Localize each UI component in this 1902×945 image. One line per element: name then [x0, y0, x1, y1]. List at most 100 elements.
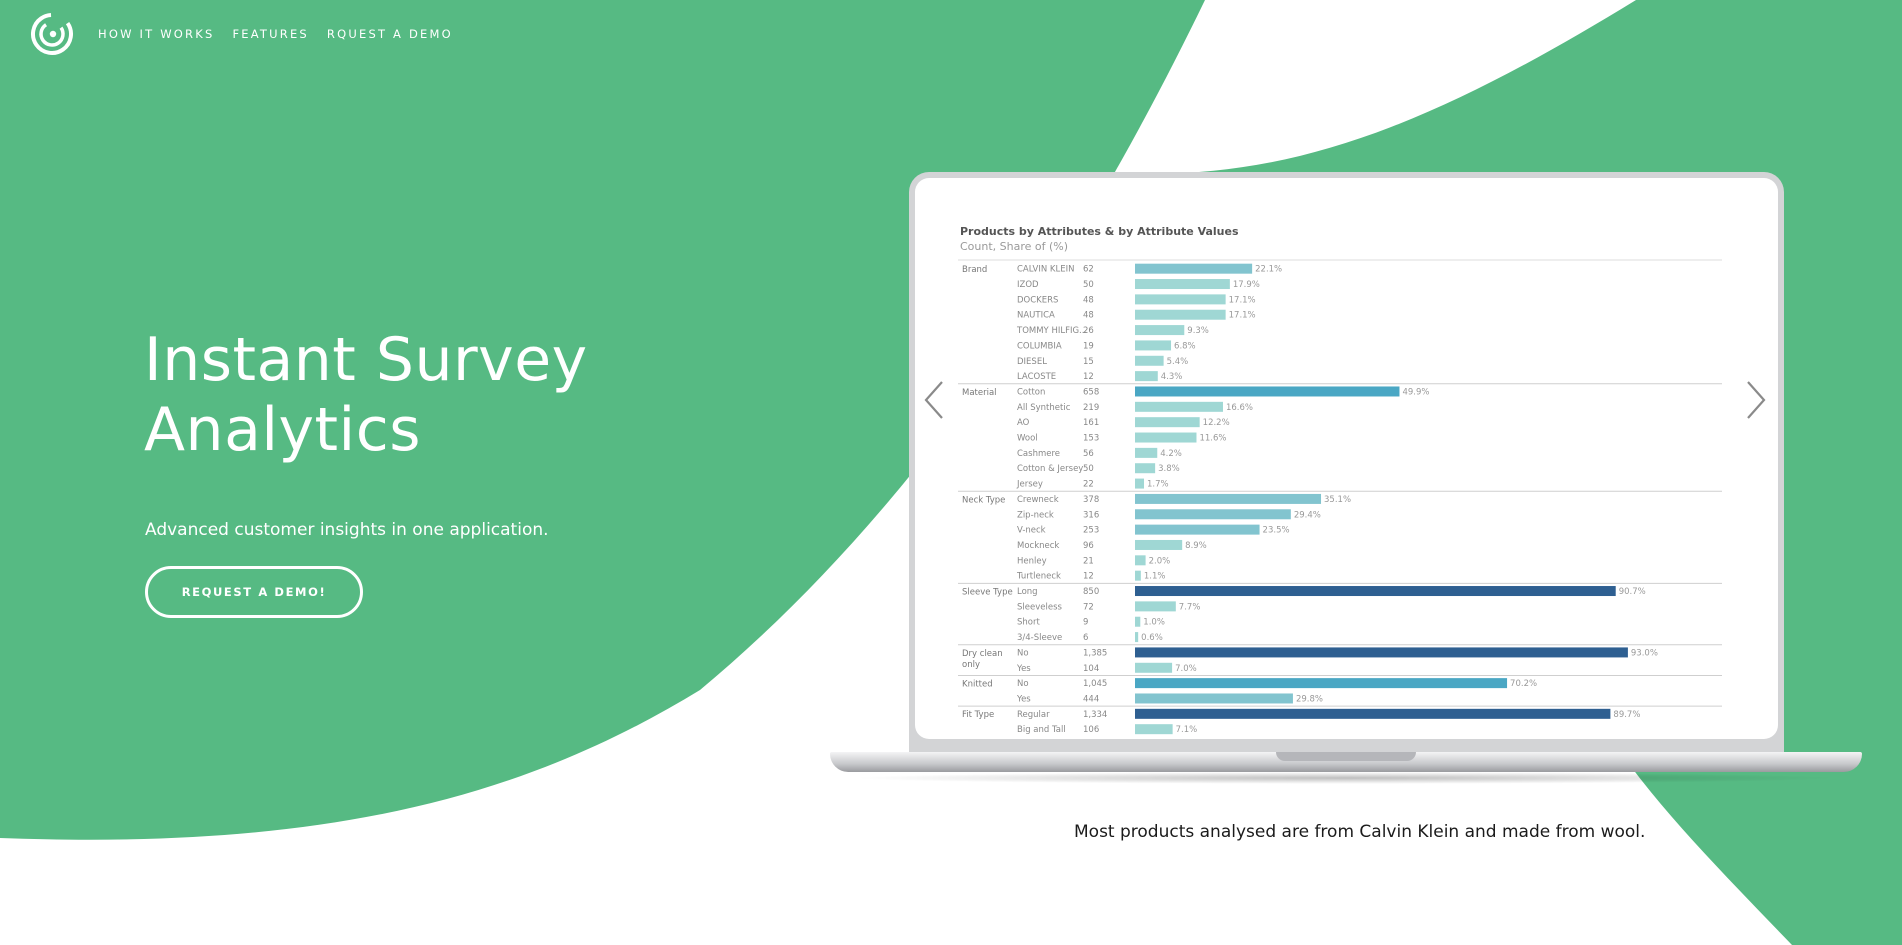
- bar: [1135, 493, 1322, 504]
- group-label: only: [962, 660, 980, 670]
- row-label: No: [1017, 648, 1029, 658]
- brand-logo-icon[interactable]: [30, 12, 74, 56]
- bar-value-label: 4.2%: [1160, 449, 1182, 459]
- row-count: 850: [1083, 587, 1099, 597]
- bar: [1135, 678, 1508, 689]
- group-label: Knitted: [962, 679, 993, 689]
- bar: [1135, 447, 1158, 458]
- row-label: Turtleneck: [1016, 572, 1061, 582]
- nav-link-features[interactable]: FEATURES: [232, 27, 308, 41]
- row-label: IZOD: [1017, 280, 1039, 290]
- bar-value-label: 11.6%: [1199, 434, 1226, 444]
- bar: [1135, 570, 1141, 581]
- nav-link-how-it-works[interactable]: HOW IT WORKS: [98, 27, 214, 41]
- row-label: NAUTICA: [1017, 311, 1055, 321]
- row-count: 56: [1083, 449, 1094, 459]
- row-count: 106: [1083, 725, 1099, 735]
- bar: [1135, 708, 1611, 719]
- row-count: 12: [1083, 572, 1094, 582]
- group-label: Sleeve Type: [962, 587, 1013, 597]
- bar-value-label: 7.0%: [1175, 664, 1197, 674]
- laptop-notch: [1276, 752, 1416, 761]
- bar-value-label: 2.0%: [1149, 556, 1171, 566]
- bar-value-label: 17.1%: [1229, 311, 1256, 321]
- row-count: 21: [1083, 556, 1094, 566]
- attributes-bar-chart: Products by Attributes & by Attribute Va…: [958, 225, 1722, 735]
- hero-title-line-2: Analytics: [144, 395, 421, 465]
- bar: [1135, 371, 1158, 382]
- row-label: Zip-neck: [1017, 510, 1054, 520]
- bar-value-label: 7.7%: [1179, 602, 1201, 612]
- row-count: 9: [1083, 618, 1088, 628]
- row-label: Regular: [1017, 710, 1050, 720]
- bar-value-label: 6.8%: [1174, 341, 1196, 351]
- carousel-caption: Most products analysed are from Calvin K…: [1074, 822, 1646, 842]
- bar: [1135, 539, 1183, 550]
- request-demo-button[interactable]: REQUEST A DEMO!: [145, 566, 363, 618]
- row-label: Crewneck: [1017, 495, 1059, 505]
- chevron-right-icon[interactable]: [1740, 378, 1770, 422]
- row-count: 316: [1083, 510, 1099, 520]
- row-label: Long: [1017, 587, 1038, 597]
- bar: [1135, 662, 1173, 673]
- row-count: 15: [1083, 357, 1094, 367]
- bar-value-label: 70.2%: [1510, 679, 1537, 689]
- row-count: 6: [1083, 633, 1088, 643]
- bar-value-label: 12.2%: [1203, 418, 1230, 428]
- bar: [1135, 724, 1173, 735]
- bar: [1135, 279, 1230, 290]
- row-count: 161: [1083, 418, 1099, 428]
- laptop-shadow: [850, 772, 1842, 784]
- bar: [1135, 355, 1164, 366]
- bar: [1135, 601, 1176, 612]
- bar-value-label: 7.1%: [1176, 725, 1198, 735]
- bar-value-label: 35.1%: [1324, 495, 1351, 505]
- chart-subtitle: Count, Share of (%): [960, 240, 1068, 253]
- row-count: 444: [1083, 694, 1099, 704]
- bar-value-label: 22.1%: [1255, 265, 1282, 275]
- row-label: Cashmere: [1017, 449, 1060, 459]
- bar-value-label: 49.9%: [1402, 387, 1429, 397]
- bar: [1135, 693, 1293, 704]
- group-label: Dry clean: [962, 649, 1003, 659]
- bar: [1135, 647, 1628, 658]
- row-count: 19: [1083, 341, 1094, 351]
- row-label: COLUMBIA: [1017, 341, 1062, 351]
- bar: [1135, 294, 1226, 305]
- bar-value-label: 5.4%: [1167, 357, 1189, 367]
- bar-value-label: 29.8%: [1296, 694, 1323, 704]
- bar-value-label: 8.9%: [1185, 541, 1207, 551]
- row-label: CALVIN KLEIN: [1017, 265, 1074, 275]
- bar: [1135, 309, 1226, 320]
- row-count: 22: [1083, 480, 1094, 490]
- bar-value-label: 1.0%: [1143, 618, 1165, 628]
- bar: [1135, 263, 1253, 274]
- hero-title-line-1: Instant Survey: [144, 325, 588, 395]
- row-label: Mockneck: [1017, 541, 1059, 551]
- row-count: 378: [1083, 495, 1099, 505]
- row-label: Big and Tall: [1017, 725, 1066, 735]
- bar-value-label: 0.6%: [1141, 633, 1163, 643]
- row-count: 48: [1083, 311, 1094, 321]
- bar: [1135, 509, 1291, 520]
- bar-value-label: 17.9%: [1233, 280, 1260, 290]
- row-label: Henley: [1017, 556, 1047, 566]
- bar: [1135, 386, 1400, 397]
- row-label: LACOSTE: [1017, 372, 1056, 382]
- chevron-left-icon[interactable]: [920, 378, 950, 422]
- nav-link-request-demo[interactable]: RQUEST A DEMO: [327, 27, 453, 41]
- row-label: V-neck: [1017, 526, 1046, 536]
- bar-value-label: 89.7%: [1613, 710, 1640, 720]
- bar: [1135, 478, 1145, 489]
- row-label: DOCKERS: [1017, 295, 1058, 305]
- row-label: Jersey: [1016, 480, 1043, 490]
- group-label: Neck Type: [962, 495, 1005, 505]
- bar: [1135, 632, 1139, 643]
- row-label: Yes: [1016, 664, 1031, 674]
- row-label: 3/4-Sleeve: [1017, 633, 1062, 643]
- bar-value-label: 9.3%: [1187, 326, 1209, 336]
- row-label: Yes: [1016, 694, 1031, 704]
- row-count: 658: [1083, 387, 1099, 397]
- bar-value-label: 4.3%: [1161, 372, 1183, 382]
- bar: [1135, 340, 1172, 351]
